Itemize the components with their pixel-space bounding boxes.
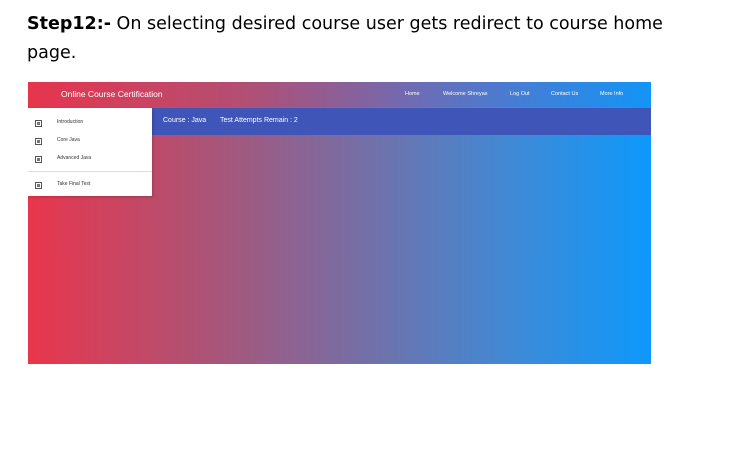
top-navbar: Online Course Certification Home Welcome… — [28, 82, 651, 107]
sidebar-item-advanced-java[interactable]: Advanced Java — [28, 153, 152, 167]
nav-home-link[interactable]: Home — [405, 91, 420, 97]
box-icon — [35, 120, 42, 127]
brand-title[interactable]: Online Course Certification — [61, 89, 163, 99]
sidebar-item-label: Core Java — [57, 137, 80, 143]
step-description: Step12:- On selecting desired course use… — [27, 10, 667, 68]
nav-contact-link[interactable]: Contact Us — [551, 91, 578, 97]
sidebar-item-introduction[interactable]: Introduction — [28, 117, 152, 131]
step-text: On selecting desired course user gets re… — [27, 14, 663, 63]
step-label: Step12:- — [27, 14, 111, 34]
nav-more-info-link[interactable]: More Info — [600, 91, 623, 97]
nav-welcome-link[interactable]: Welcome Shreyas — [443, 91, 488, 97]
box-icon — [35, 156, 42, 163]
box-icon — [35, 138, 42, 145]
course-sidebar: Introduction Core Java Advanced Java Tak… — [28, 108, 152, 196]
course-name: Course : Java — [163, 117, 207, 124]
sidebar-item-label: Introduction — [57, 119, 84, 125]
sidebar-item-label: Take Final Test — [57, 181, 91, 187]
test-attempts-remaining: Test Attempts Remain : 2 — [220, 117, 298, 124]
sidebar-item-label: Advanced Java — [57, 155, 92, 161]
sidebar-divider — [28, 171, 152, 172]
sidebar-item-core-java[interactable]: Core Java — [28, 135, 152, 149]
nav-logout-link[interactable]: Log Out — [510, 91, 530, 97]
box-icon — [35, 182, 42, 189]
app-screenshot: Online Course Certification Home Welcome… — [28, 82, 651, 364]
course-info-bar: Course : Java Test Attempts Remain : 2 — [152, 108, 651, 135]
sidebar-item-take-final-test[interactable]: Take Final Test — [28, 179, 152, 193]
